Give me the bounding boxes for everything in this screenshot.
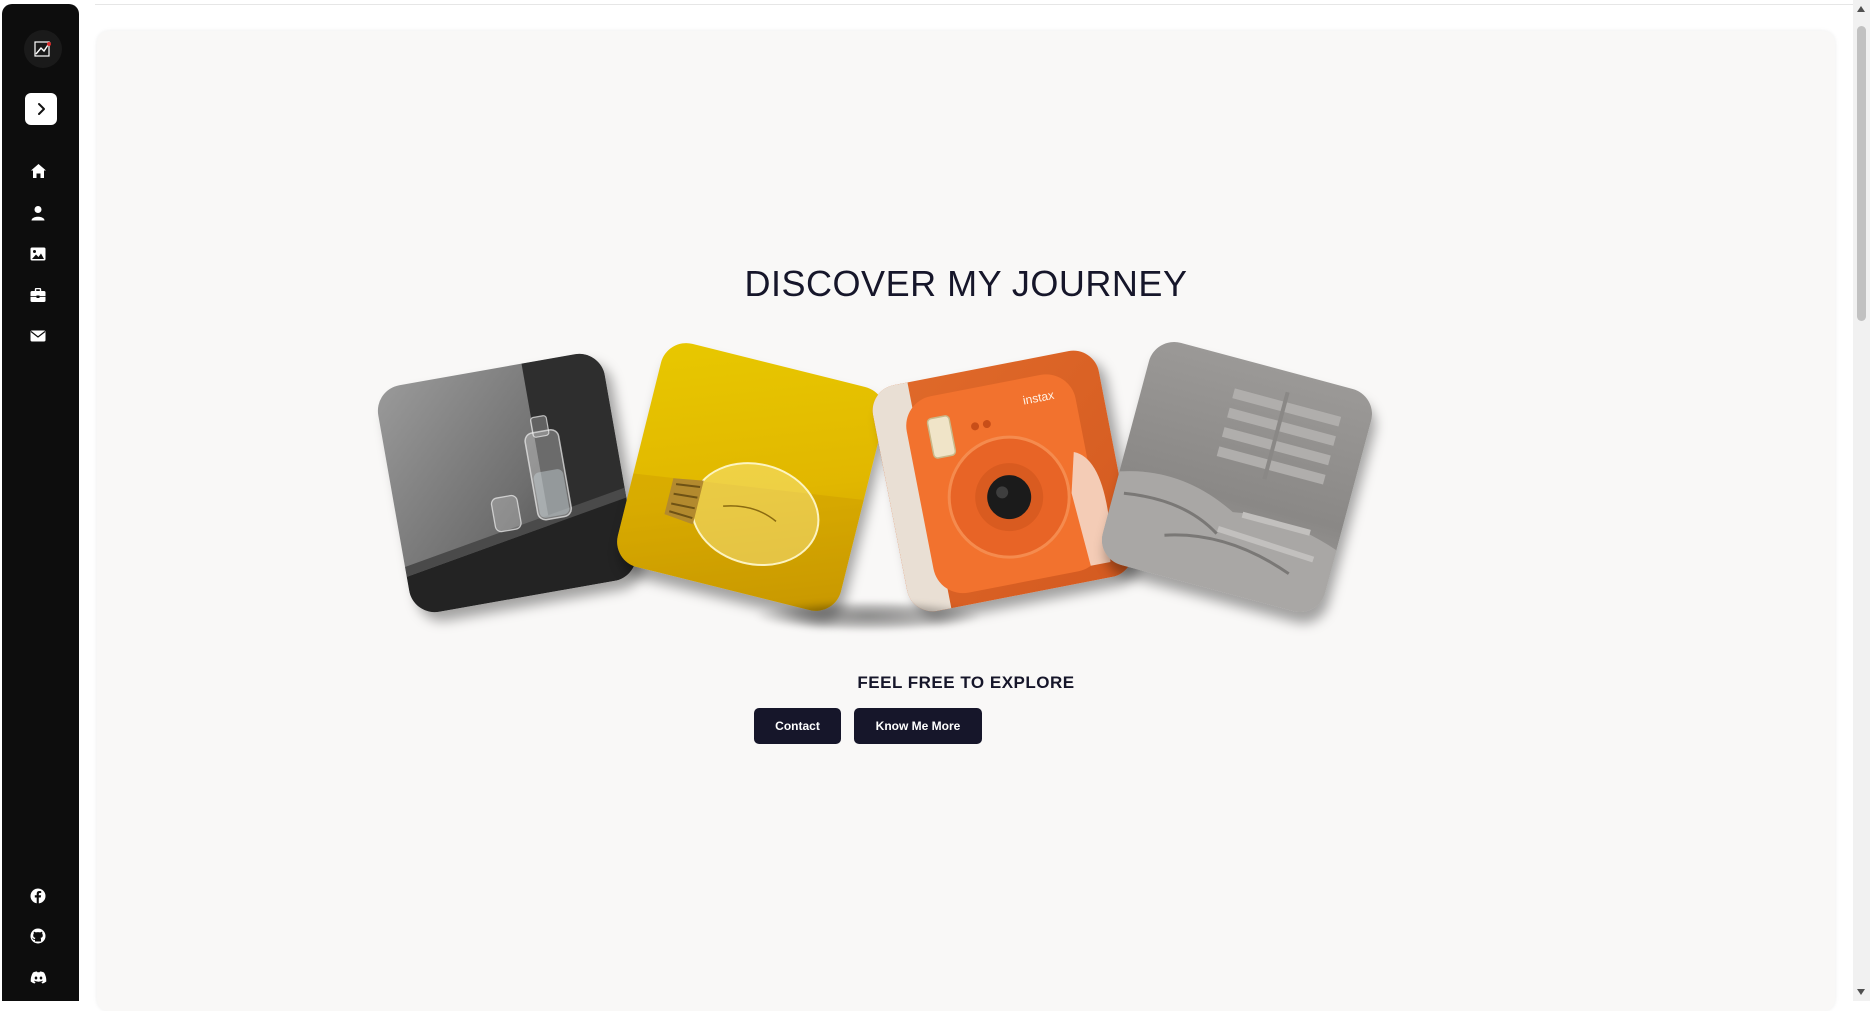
nav-work[interactable] — [28, 285, 48, 305]
nav-home[interactable] — [28, 161, 48, 181]
carafe-photo — [405, 349, 641, 617]
social-discord[interactable] — [28, 967, 48, 987]
github-icon — [30, 928, 46, 944]
hero-title: DISCOVER MY JOURNEY — [744, 263, 1188, 304]
top-divider — [95, 4, 1853, 5]
social-facebook[interactable] — [28, 886, 48, 906]
logo-icon — [34, 41, 51, 57]
gallery-card-carafe[interactable] — [373, 349, 641, 617]
social-github[interactable] — [28, 926, 48, 946]
contact-button[interactable]: Contact — [754, 708, 841, 744]
scroll-down-arrow-icon[interactable] — [1857, 989, 1865, 995]
expand-sidebar-button[interactable] — [25, 93, 57, 125]
mail-icon — [30, 330, 46, 342]
facebook-icon — [30, 888, 46, 904]
discord-icon — [30, 970, 46, 983]
logo[interactable] — [24, 30, 62, 68]
scrollbar[interactable] — [1853, 0, 1870, 1001]
sidebar — [2, 4, 79, 1001]
home-icon — [30, 164, 46, 178]
know-me-more-button[interactable]: Know Me More — [854, 708, 982, 744]
scroll-up-arrow-icon[interactable] — [1857, 6, 1865, 12]
image-icon — [30, 247, 46, 261]
nav-contact[interactable] — [28, 326, 48, 346]
user-icon — [31, 206, 45, 221]
briefcase-icon — [30, 287, 46, 302]
nav-about[interactable] — [28, 203, 48, 223]
hero-subtitle: FEEL FREE TO EXPLORE — [857, 673, 1075, 692]
scroll-thumb[interactable] — [1857, 26, 1866, 321]
gallery-card-camera[interactable]: instax — [868, 346, 1138, 616]
chevron-right-icon — [38, 103, 45, 115]
nav-gallery[interactable] — [28, 244, 48, 264]
camera-photo: instax — [868, 374, 1111, 616]
floor-shadow — [756, 601, 980, 631]
